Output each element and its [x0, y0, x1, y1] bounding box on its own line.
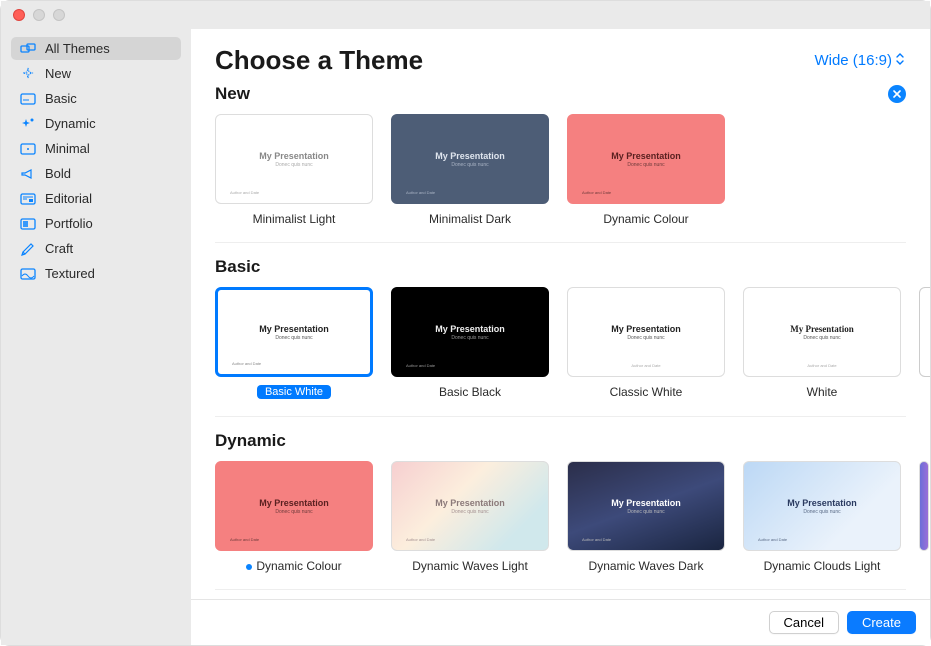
- theme-dynamic-colour-new[interactable]: My Presentation Donec quis nunc Author a…: [567, 114, 725, 226]
- theme-label: Basic White: [257, 385, 331, 399]
- theme-thumbnail: My Presentation Donec quis nunc Author a…: [567, 287, 725, 377]
- theme-thumbnail: My Presentation Donec quis nunc Author a…: [743, 287, 901, 377]
- sidebar-item-minimal[interactable]: Minimal: [11, 137, 181, 160]
- theme-label: Dynamic Colour: [567, 212, 725, 226]
- theme-minimalist-dark[interactable]: My Presentation Donec quis nunc Author a…: [391, 114, 549, 226]
- divider: [215, 416, 906, 417]
- aspect-ratio-select[interactable]: Wide (16:9): [814, 52, 906, 70]
- sparkles-icon: [19, 117, 37, 131]
- theme-label: Basic Black: [391, 385, 549, 399]
- theme-dynamic-clouds-light[interactable]: My Presentation Donec quis nunc Author a…: [743, 461, 901, 573]
- sidebar-item-portfolio[interactable]: Portfolio: [11, 212, 181, 235]
- theme-basic-black[interactable]: My Presentation Donec quis nunc Author a…: [391, 287, 549, 400]
- new-dot-icon: [246, 564, 252, 570]
- minimal-icon: [19, 142, 37, 156]
- all-themes-icon: [19, 42, 37, 56]
- sidebar-item-textured[interactable]: Textured: [11, 262, 181, 285]
- create-button[interactable]: Create: [847, 611, 916, 634]
- theme-classic-white[interactable]: My Presentation Donec quis nunc Author a…: [567, 287, 725, 400]
- theme-scroll-area[interactable]: New My Presentation Donec quis nunc Auth…: [191, 84, 930, 599]
- chevron-updown-icon: [896, 52, 906, 70]
- sidebar-item-label: Craft: [45, 241, 73, 256]
- theme-thumbnail: My Presentation Donec quis nunc Author a…: [567, 114, 725, 204]
- theme-thumbnail: My Presentation Donec quis nunc Author a…: [391, 287, 549, 377]
- sidebar-item-label: Editorial: [45, 191, 92, 206]
- section-title-basic: Basic: [215, 257, 260, 277]
- craft-icon: [19, 242, 37, 256]
- theme-dynamic-colour[interactable]: My Presentation Donec quis nunc Author a…: [215, 461, 373, 573]
- dismiss-new-button[interactable]: [888, 85, 906, 103]
- sidebar-item-label: All Themes: [45, 41, 110, 56]
- theme-dynamic-waves-dark[interactable]: My Presentation Donec quis nunc Author a…: [567, 461, 725, 573]
- sidebar-item-label: New: [45, 66, 71, 81]
- theme-thumbnail: My Presentation Donec quis nunc Author a…: [215, 114, 373, 204]
- theme-thumbnail: My Presentation Donec quis nunc Author a…: [215, 287, 373, 377]
- sidebar: All Themes New Basic Dynamic Minimal: [1, 29, 191, 645]
- slide-icon: [19, 92, 37, 106]
- sidebar-item-label: Basic: [45, 91, 77, 106]
- theme-thumbnail: My Presentation Donec quis nunc Author a…: [743, 461, 901, 551]
- theme-label: White: [743, 385, 901, 399]
- theme-basic-white[interactable]: My Presentation Donec quis nunc Author a…: [215, 287, 373, 400]
- page-title: Choose a Theme: [215, 45, 423, 76]
- cancel-button[interactable]: Cancel: [769, 611, 839, 634]
- section-title-new: New: [215, 84, 250, 104]
- theme-label: Dynamic Waves Dark: [567, 559, 725, 573]
- sidebar-item-dynamic[interactable]: Dynamic: [11, 112, 181, 135]
- section-title-dynamic: Dynamic: [215, 431, 286, 451]
- divider: [215, 242, 906, 243]
- sidebar-item-label: Dynamic: [45, 116, 96, 131]
- theme-thumbnail: My Presentation Donec quis nunc Author a…: [391, 461, 549, 551]
- theme-thumbnail: [919, 461, 929, 551]
- sidebar-item-editorial[interactable]: Editorial: [11, 187, 181, 210]
- theme-label: Classic White: [567, 385, 725, 399]
- close-window-button[interactable]: [13, 9, 25, 21]
- sidebar-item-basic[interactable]: Basic: [11, 87, 181, 110]
- textured-icon: [19, 267, 37, 281]
- aspect-ratio-label: Wide (16:9): [814, 52, 892, 69]
- sidebar-item-bold[interactable]: Bold: [11, 162, 181, 185]
- theme-label: Dynamic Waves Light: [391, 559, 549, 573]
- theme-label: Dynamic Clouds Light: [743, 559, 901, 573]
- theme-white[interactable]: My Presentation Donec quis nunc Author a…: [743, 287, 901, 400]
- theme-label: Dynamic Colour: [215, 559, 373, 573]
- megaphone-icon: [19, 167, 37, 181]
- portfolio-icon: [19, 217, 37, 231]
- theme-label: Minimalist Light: [215, 212, 373, 226]
- titlebar: [1, 1, 930, 29]
- divider: [215, 589, 906, 590]
- theme-thumbnail: My Presentation Donec quis nunc Author a…: [215, 461, 373, 551]
- theme-overflow-peek[interactable]: [919, 287, 929, 400]
- sidebar-item-craft[interactable]: Craft: [11, 237, 181, 260]
- editorial-icon: [19, 192, 37, 206]
- theme-minimalist-light[interactable]: My Presentation Donec quis nunc Author a…: [215, 114, 373, 226]
- sidebar-item-label: Bold: [45, 166, 71, 181]
- theme-thumbnail: My Presentation Donec quis nunc Author a…: [567, 461, 725, 551]
- footer: Cancel Create: [191, 599, 930, 645]
- header: Choose a Theme Wide (16:9): [191, 29, 930, 84]
- sidebar-item-new[interactable]: New: [11, 62, 181, 85]
- sidebar-item-label: Minimal: [45, 141, 90, 156]
- theme-overflow-peek[interactable]: [919, 461, 929, 573]
- minimize-window-button[interactable]: [33, 9, 45, 21]
- zoom-window-button[interactable]: [53, 9, 65, 21]
- theme-thumbnail: [919, 287, 930, 377]
- sidebar-item-label: Textured: [45, 266, 95, 281]
- sidebar-item-label: Portfolio: [45, 216, 93, 231]
- theme-label: Minimalist Dark: [391, 212, 549, 226]
- theme-thumbnail: My Presentation Donec quis nunc Author a…: [391, 114, 549, 204]
- theme-dynamic-waves-light[interactable]: My Presentation Donec quis nunc Author a…: [391, 461, 549, 573]
- sparkle-icon: [19, 67, 37, 81]
- sidebar-item-all-themes[interactable]: All Themes: [11, 37, 181, 60]
